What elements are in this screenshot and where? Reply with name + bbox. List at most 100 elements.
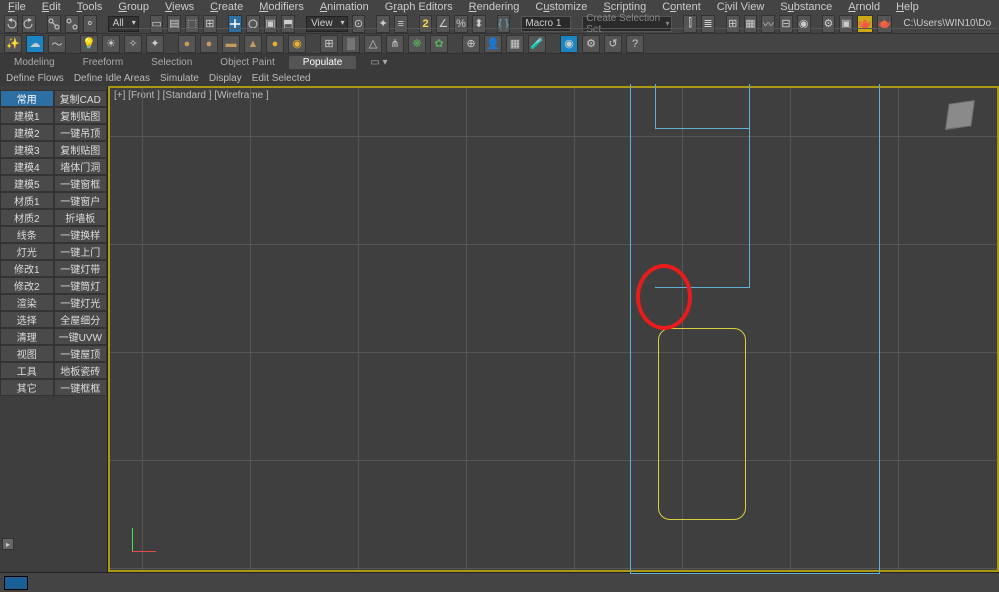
panel-cat-1[interactable]: 建模1	[0, 107, 54, 124]
sky-button[interactable]: ☁	[26, 35, 44, 53]
render-iter-button[interactable]: 🫖	[877, 15, 893, 33]
sphere-button[interactable]: ●	[266, 35, 284, 53]
panel-cat-11[interactable]: 修改2	[0, 277, 54, 294]
menu-group[interactable]: Group	[118, 1, 149, 13]
select-name-button[interactable]: ▤	[167, 15, 181, 33]
panel-cat-13[interactable]: 选择	[0, 311, 54, 328]
schematic-view-button[interactable]: ⊟	[779, 15, 793, 33]
panel-cat-8[interactable]: 线条	[0, 226, 54, 243]
panel-tool-6[interactable]: 一键窗户	[54, 192, 108, 209]
panel-cat-17[interactable]: 其它	[0, 379, 54, 396]
char-button[interactable]: 👤	[484, 35, 502, 53]
particle-button[interactable]: ✨	[4, 35, 22, 53]
macro-input[interactable]	[521, 16, 571, 32]
window-crossing-button[interactable]: ⊞	[203, 15, 217, 33]
render-prod-button[interactable]: 🫖	[857, 15, 873, 33]
edit-selection-set-button[interactable]: { }	[497, 15, 511, 33]
menu-graph-editors[interactable]: Graph Editors	[385, 1, 453, 13]
keyboard-shortcut-button[interactable]: ≡	[394, 15, 408, 33]
globe-button[interactable]: ⊕	[462, 35, 480, 53]
menu-rendering[interactable]: Rendering	[469, 1, 520, 13]
subtab-simulate[interactable]: Simulate	[158, 73, 201, 84]
subtab-display[interactable]: Display	[207, 73, 244, 84]
tab-selection[interactable]: Selection	[137, 56, 206, 69]
render-frame-button[interactable]: ▣	[839, 15, 853, 33]
rock3-button[interactable]: ▬	[222, 35, 240, 53]
reset-button[interactable]: ↺	[604, 35, 622, 53]
snap-toggle-button[interactable]: 2	[419, 15, 433, 33]
redo-button[interactable]	[22, 15, 36, 33]
measure-button[interactable]: △	[364, 35, 382, 53]
panel-tool-11[interactable]: 一键筒灯	[54, 277, 108, 294]
menu-substance[interactable]: Substance	[780, 1, 832, 13]
panel-tool-9[interactable]: 一键上门	[54, 243, 108, 260]
timeline-play-button[interactable]: ▸	[2, 538, 14, 550]
plant-button[interactable]: ❋	[408, 35, 426, 53]
pivot-center-button[interactable]: ⊙	[352, 15, 366, 33]
panel-cat-6[interactable]: 材质1	[0, 192, 54, 209]
panel-tool-14[interactable]: 一键UVW	[54, 328, 108, 345]
select-scale-button[interactable]: ▣	[264, 15, 278, 33]
menu-content[interactable]: Content	[662, 1, 701, 13]
rock1-button[interactable]: ●	[178, 35, 196, 53]
panel-tool-8[interactable]: 一键换样	[54, 226, 108, 243]
grid-icon[interactable]: ⊞	[320, 35, 338, 53]
bone-button[interactable]: ⋔	[386, 35, 404, 53]
curve-editor-button[interactable]: 〰	[761, 15, 775, 33]
menu-civil-view[interactable]: Civil View	[717, 1, 765, 13]
panel-cat-7[interactable]: 材质2	[0, 209, 54, 226]
bottle-button[interactable]: 🧪	[528, 35, 546, 53]
panel-tool-7[interactable]: 折墙板	[54, 209, 108, 226]
panel-cat-0[interactable]: 常用	[0, 90, 54, 107]
tab-display-toggle[interactable]: ▭ ▾	[356, 56, 401, 69]
bind-button[interactable]: ⚬	[83, 15, 97, 33]
panel-tool-10[interactable]: 一键灯带	[54, 260, 108, 277]
config-button[interactable]: ⚙	[582, 35, 600, 53]
panel-tool-0[interactable]: 复制CAD	[54, 90, 108, 107]
tab-object-paint[interactable]: Object Paint	[206, 56, 288, 69]
panel-tool-17[interactable]: 一键框框	[54, 379, 108, 396]
angle-snap-button[interactable]: ∠	[436, 15, 450, 33]
panel-tool-3[interactable]: 复制贴图	[54, 141, 108, 158]
panel-tool-4[interactable]: 墙体门洞	[54, 158, 108, 175]
leaf-button[interactable]: ✿	[430, 35, 448, 53]
material-editor-button[interactable]: ◉	[797, 15, 811, 33]
menu-views[interactable]: Views	[165, 1, 194, 13]
rock4-button[interactable]: ▲	[244, 35, 262, 53]
panel-cat-5[interactable]: 建模5	[0, 175, 54, 192]
panel-cat-2[interactable]: 建模2	[0, 124, 54, 141]
ref-coord-dropdown[interactable]: View	[306, 16, 348, 32]
panel-tool-5[interactable]: 一键窗框	[54, 175, 108, 192]
select-button[interactable]: ▭	[150, 15, 164, 33]
terrain-button[interactable]: 〜	[48, 35, 66, 53]
unlink-button[interactable]	[65, 15, 79, 33]
panel-tool-15[interactable]: 一键屋顶	[54, 345, 108, 362]
select-move-button[interactable]	[228, 15, 242, 33]
panel-cat-12[interactable]: 渲染	[0, 294, 54, 311]
panel-cat-15[interactable]: 视图	[0, 345, 54, 362]
spinner-snap-button[interactable]: ⬍	[472, 15, 486, 33]
menu-help[interactable]: Help	[896, 1, 919, 13]
subtab-define-flows[interactable]: Define Flows	[4, 73, 66, 84]
percent-snap-button[interactable]: %	[454, 15, 468, 33]
sparkle-button[interactable]: ✦	[146, 35, 164, 53]
env-button[interactable]: ◉	[560, 35, 578, 53]
panel-tool-13[interactable]: 全屋细分	[54, 311, 108, 328]
selection-set-dropdown[interactable]: Create Selection Set	[582, 16, 672, 32]
manipulate-button[interactable]: ✦	[376, 15, 390, 33]
mirror-button[interactable]: ⫿	[683, 15, 697, 33]
menu-modifiers[interactable]: Modifiers	[259, 1, 304, 13]
noise-button[interactable]: ▒	[342, 35, 360, 53]
subtab-edit-selected[interactable]: Edit Selected	[250, 73, 313, 84]
menu-create[interactable]: Create	[210, 1, 243, 13]
tab-modeling[interactable]: Modeling	[0, 56, 69, 69]
panel-cat-4[interactable]: 建模4	[0, 158, 54, 175]
tab-populate[interactable]: Populate	[289, 56, 356, 69]
menu-tools[interactable]: Tools	[77, 1, 103, 13]
panel-cat-16[interactable]: 工具	[0, 362, 54, 379]
light-button[interactable]: 💡	[80, 35, 98, 53]
panel-tool-1[interactable]: 复制贴图	[54, 107, 108, 124]
sun-button[interactable]: ☀	[102, 35, 120, 53]
spline-selected[interactable]	[658, 328, 746, 520]
help-icon[interactable]: ?	[626, 35, 644, 53]
